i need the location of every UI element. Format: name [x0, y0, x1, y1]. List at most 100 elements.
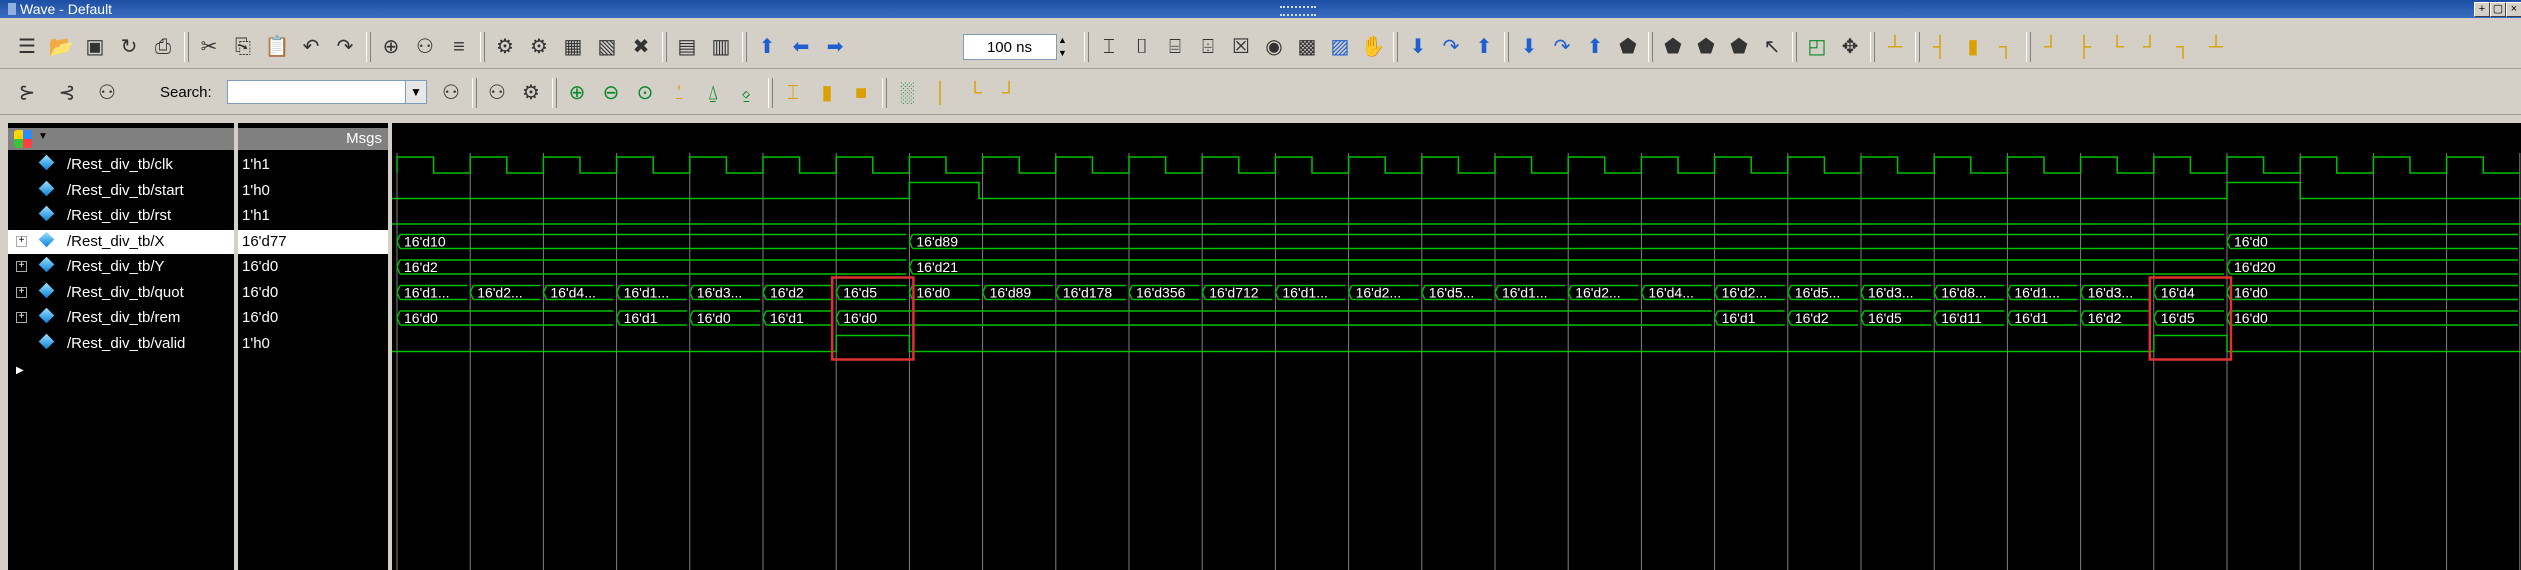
expand-icon[interactable]: ⊱	[12, 78, 42, 108]
run-length-spinner[interactable]: ▲ ▼	[1058, 34, 1070, 60]
compile-all-icon[interactable]: ⚙	[524, 32, 554, 62]
signal-row[interactable]: /Rest_div_tb/rst	[8, 204, 234, 228]
run-length-input[interactable]: 100 ns	[963, 34, 1057, 60]
signal-row[interactable]: + /Rest_div_tb/rem	[8, 306, 234, 330]
simulate-icon[interactable]: ▦	[558, 32, 588, 62]
wave-add-icon[interactable]: ▥	[706, 32, 736, 62]
insert-icon[interactable]: ▩	[1292, 32, 1322, 62]
step-out-icon[interactable]: ⬆	[1469, 32, 1499, 62]
step-up-icon[interactable]: ⬆	[1580, 32, 1610, 62]
find-edge-icon[interactable]: ┐	[1991, 32, 2021, 62]
run-all-icon[interactable]: ⌹	[1193, 32, 1223, 62]
close-icon[interactable]: ×	[2506, 2, 2521, 17]
memory-icon[interactable]: ⬟	[1613, 32, 1643, 62]
zoom-out-icon[interactable]: ⊖	[596, 78, 626, 108]
marker2-icon[interactable]: └	[960, 78, 990, 108]
step-next-icon[interactable]: ↷	[1547, 32, 1577, 62]
cut-icon[interactable]: ✂	[194, 32, 224, 62]
up-arrow-icon[interactable]: ⬆	[752, 32, 782, 62]
zoom-range-icon[interactable]: ⍚	[732, 78, 762, 108]
search-prev-icon[interactable]: ⚇	[436, 78, 466, 108]
select-icon[interactable]: ↖	[1757, 32, 1787, 62]
signal-value[interactable]: 16'd0	[238, 281, 388, 305]
signal-row[interactable]: + /Rest_div_tb/quot	[8, 281, 234, 305]
signal-value[interactable]: 16'd0	[238, 255, 388, 279]
signal-value[interactable]: 16'd77	[238, 229, 388, 254]
memory-add-icon[interactable]: ⬟	[1658, 32, 1688, 62]
forward-arrow-icon[interactable]: ➡	[820, 32, 850, 62]
signal-value[interactable]: 1'h1	[238, 204, 388, 228]
memory-edit-icon[interactable]: ⬟	[1691, 32, 1721, 62]
find-edge-next-icon[interactable]: ├	[2069, 32, 2099, 62]
expand-icon[interactable]: +	[16, 312, 27, 323]
grid-icon[interactable]: ░	[892, 78, 922, 108]
search-next-icon[interactable]: ⚇	[482, 78, 512, 108]
signal-row[interactable]: /Rest_div_tb/start	[8, 179, 234, 203]
zoom-cursor-icon[interactable]: ⍘	[664, 78, 694, 108]
find-edge-prev-icon[interactable]: ┘	[2036, 32, 2066, 62]
step-down-icon[interactable]: ⬇	[1514, 32, 1544, 62]
cursor-right-icon[interactable]: ┘	[2135, 32, 2165, 62]
add-icon[interactable]: ⊕	[376, 32, 406, 62]
signal-row[interactable]: /Rest_div_tb/valid	[8, 332, 234, 356]
expand-icon[interactable]: +	[16, 286, 27, 298]
break-sim-icon[interactable]: ☒	[1226, 32, 1256, 62]
wave-cursor-icon[interactable]: ⌶	[778, 78, 808, 108]
compile-icon[interactable]: ⚙	[490, 32, 520, 62]
collapse-icon[interactable]: ⊰	[52, 78, 82, 108]
search-input[interactable]	[227, 80, 407, 104]
signal-value[interactable]: 1'h1	[238, 153, 388, 177]
restart-icon[interactable]: ◉	[1259, 32, 1289, 62]
step-over-icon[interactable]: ↷	[1436, 32, 1466, 62]
signal-type-icon[interactable]	[14, 130, 32, 148]
undo-icon[interactable]: ↶	[296, 32, 326, 62]
cursor-delete-icon[interactable]: ┴	[2201, 32, 2231, 62]
expand-icon[interactable]: +	[16, 261, 27, 272]
signal-value[interactable]: 16'd0	[238, 306, 388, 330]
signal-row[interactable]: + /Rest_div_tb/Y	[8, 255, 234, 279]
format-icon[interactable]: ≡	[444, 32, 474, 62]
title-grip[interactable]	[1280, 6, 1316, 16]
break-icon[interactable]: ▧	[592, 32, 622, 62]
stop-icon[interactable]: ✖	[626, 32, 656, 62]
redo-icon[interactable]: ↷	[330, 32, 360, 62]
memory-find-icon[interactable]: ⬟	[1724, 32, 1754, 62]
zoom-full-icon[interactable]: ⊙	[630, 78, 660, 108]
search-prev-icon[interactable]: ⚇	[92, 78, 122, 108]
signal-row[interactable]: /Rest_div_tb/clk	[8, 153, 234, 177]
print-icon[interactable]: ⎙	[148, 32, 178, 62]
step-into-icon[interactable]: ⬇	[1403, 32, 1433, 62]
zoom-in-icon[interactable]: ⊕	[562, 78, 592, 108]
bookmark-icon[interactable]: ▮	[1958, 32, 1988, 62]
run-icon[interactable]: ⌷	[1127, 32, 1157, 62]
dock-icon[interactable]: +	[2474, 2, 2490, 17]
chevron-down-icon[interactable]: ▼	[38, 131, 48, 142]
back-arrow-icon[interactable]: ⬅	[786, 32, 816, 62]
save-icon[interactable]: ▣	[80, 32, 110, 62]
new-file-icon[interactable]: ☰	[12, 32, 42, 62]
search-dropdown-icon[interactable]: ▼	[405, 80, 427, 104]
paste-icon[interactable]: 📋	[262, 32, 292, 62]
edge-icon[interactable]: ┴	[1880, 32, 1910, 62]
wave-icon[interactable]: ▤	[672, 32, 702, 62]
pan-icon[interactable]: ✥	[1835, 32, 1865, 62]
marker-icon[interactable]: │	[926, 78, 956, 108]
undock-icon[interactable]: ▢	[2490, 2, 2506, 17]
wave-cursor2-icon[interactable]: ▮	[812, 78, 842, 108]
search-settings-icon[interactable]: ⚙	[516, 78, 546, 108]
run-length-icon[interactable]: ⌶	[1094, 32, 1124, 62]
zoom-last-icon[interactable]: ⍙	[698, 78, 728, 108]
signal-row[interactable]: + /Rest_div_tb/X	[8, 229, 234, 254]
cursor-add-icon[interactable]: ┐	[2168, 32, 2198, 62]
cursor-left-icon[interactable]: └	[2102, 32, 2132, 62]
hand-icon[interactable]: ✋	[1358, 32, 1388, 62]
signal-value[interactable]: 1'h0	[238, 332, 388, 356]
copy-icon[interactable]: ⎘	[228, 32, 258, 62]
open-folder-icon[interactable]: 📂	[46, 32, 76, 62]
wave-cursor3-icon[interactable]: ■	[846, 78, 876, 108]
continue-icon[interactable]: ⌸	[1160, 32, 1190, 62]
step-icon[interactable]: ▨	[1325, 32, 1355, 62]
waveform-canvas[interactable]: 16'd10 16'd89 16'd0 16'd2 16'd21 16'd20 16'd1.…	[392, 123, 2521, 570]
zoom-box-icon[interactable]: ◰	[1802, 32, 1832, 62]
find-icon[interactable]: ⚇	[410, 32, 440, 62]
